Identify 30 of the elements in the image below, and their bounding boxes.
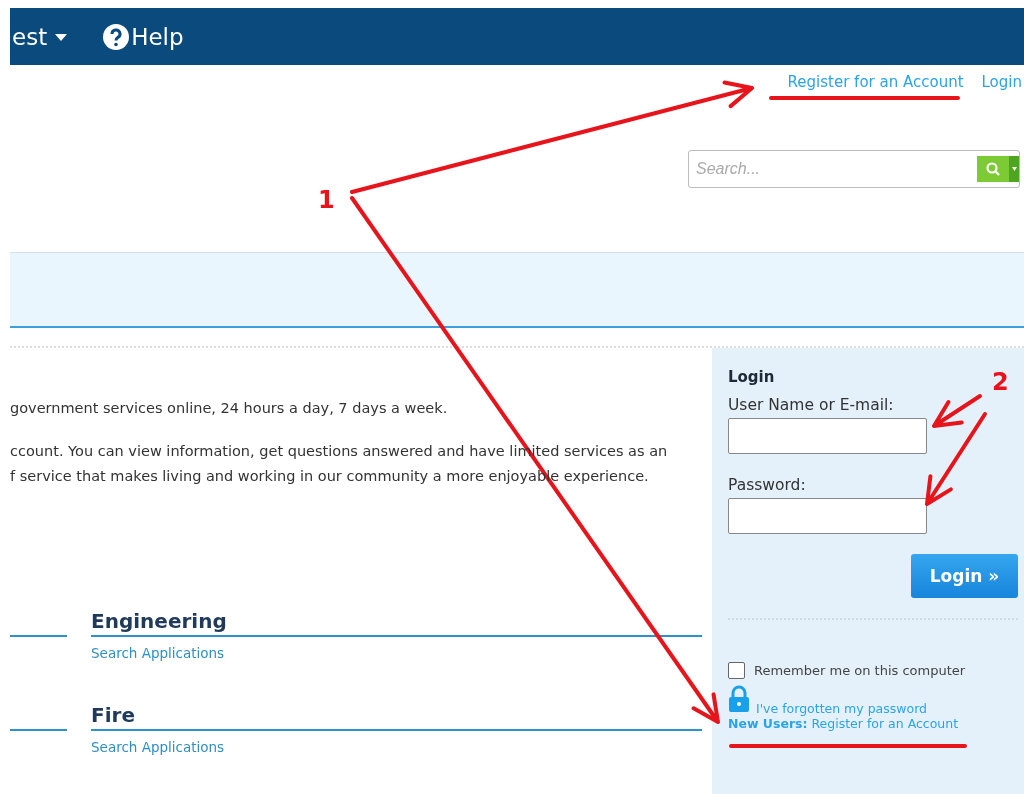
paragraph-text: government services online, 24 hours a day, 7 days a week. [10,399,449,418]
search-icon [986,162,1000,176]
search-input[interactable]: Search... [689,159,977,179]
input-field[interactable] [728,418,927,454]
section-heading: Fire [91,703,702,731]
annotation-number: 2 [992,368,1009,396]
field-label: Password: [728,476,806,494]
lock-icon [728,685,750,713]
question-icon [103,23,130,50]
input-field[interactable] [728,498,927,534]
checkbox-label: Remember me on this computer [754,663,966,678]
register-link[interactable]: New Users: Register for an Account [728,716,959,731]
top-link[interactable]: Login [981,72,1022,91]
forgot-password-link[interactable]: I've forgotten my password [756,701,927,716]
search-applications-link[interactable]: Search Applications [91,645,225,661]
section-heading: Engineering [91,609,702,637]
annotation-number: 1 [318,186,335,214]
search-applications-link[interactable]: Search Applications [91,739,225,755]
search-button[interactable] [977,156,1009,182]
search-field[interactable]: Search... [688,150,1020,188]
caret-icon [55,33,68,42]
caret-icon [1011,167,1017,171]
login-button[interactable]: Login » [911,554,1018,598]
nav-menu-item[interactable]: est [12,23,68,50]
top-link[interactable]: Register for an Account [787,72,964,91]
field-label: User Name or E-mail: [728,396,894,414]
login-heading: Login [728,368,775,386]
dropdown-button[interactable] [1009,156,1019,182]
help-link[interactable]: Help [103,23,184,50]
checkbox[interactable] [728,662,745,679]
